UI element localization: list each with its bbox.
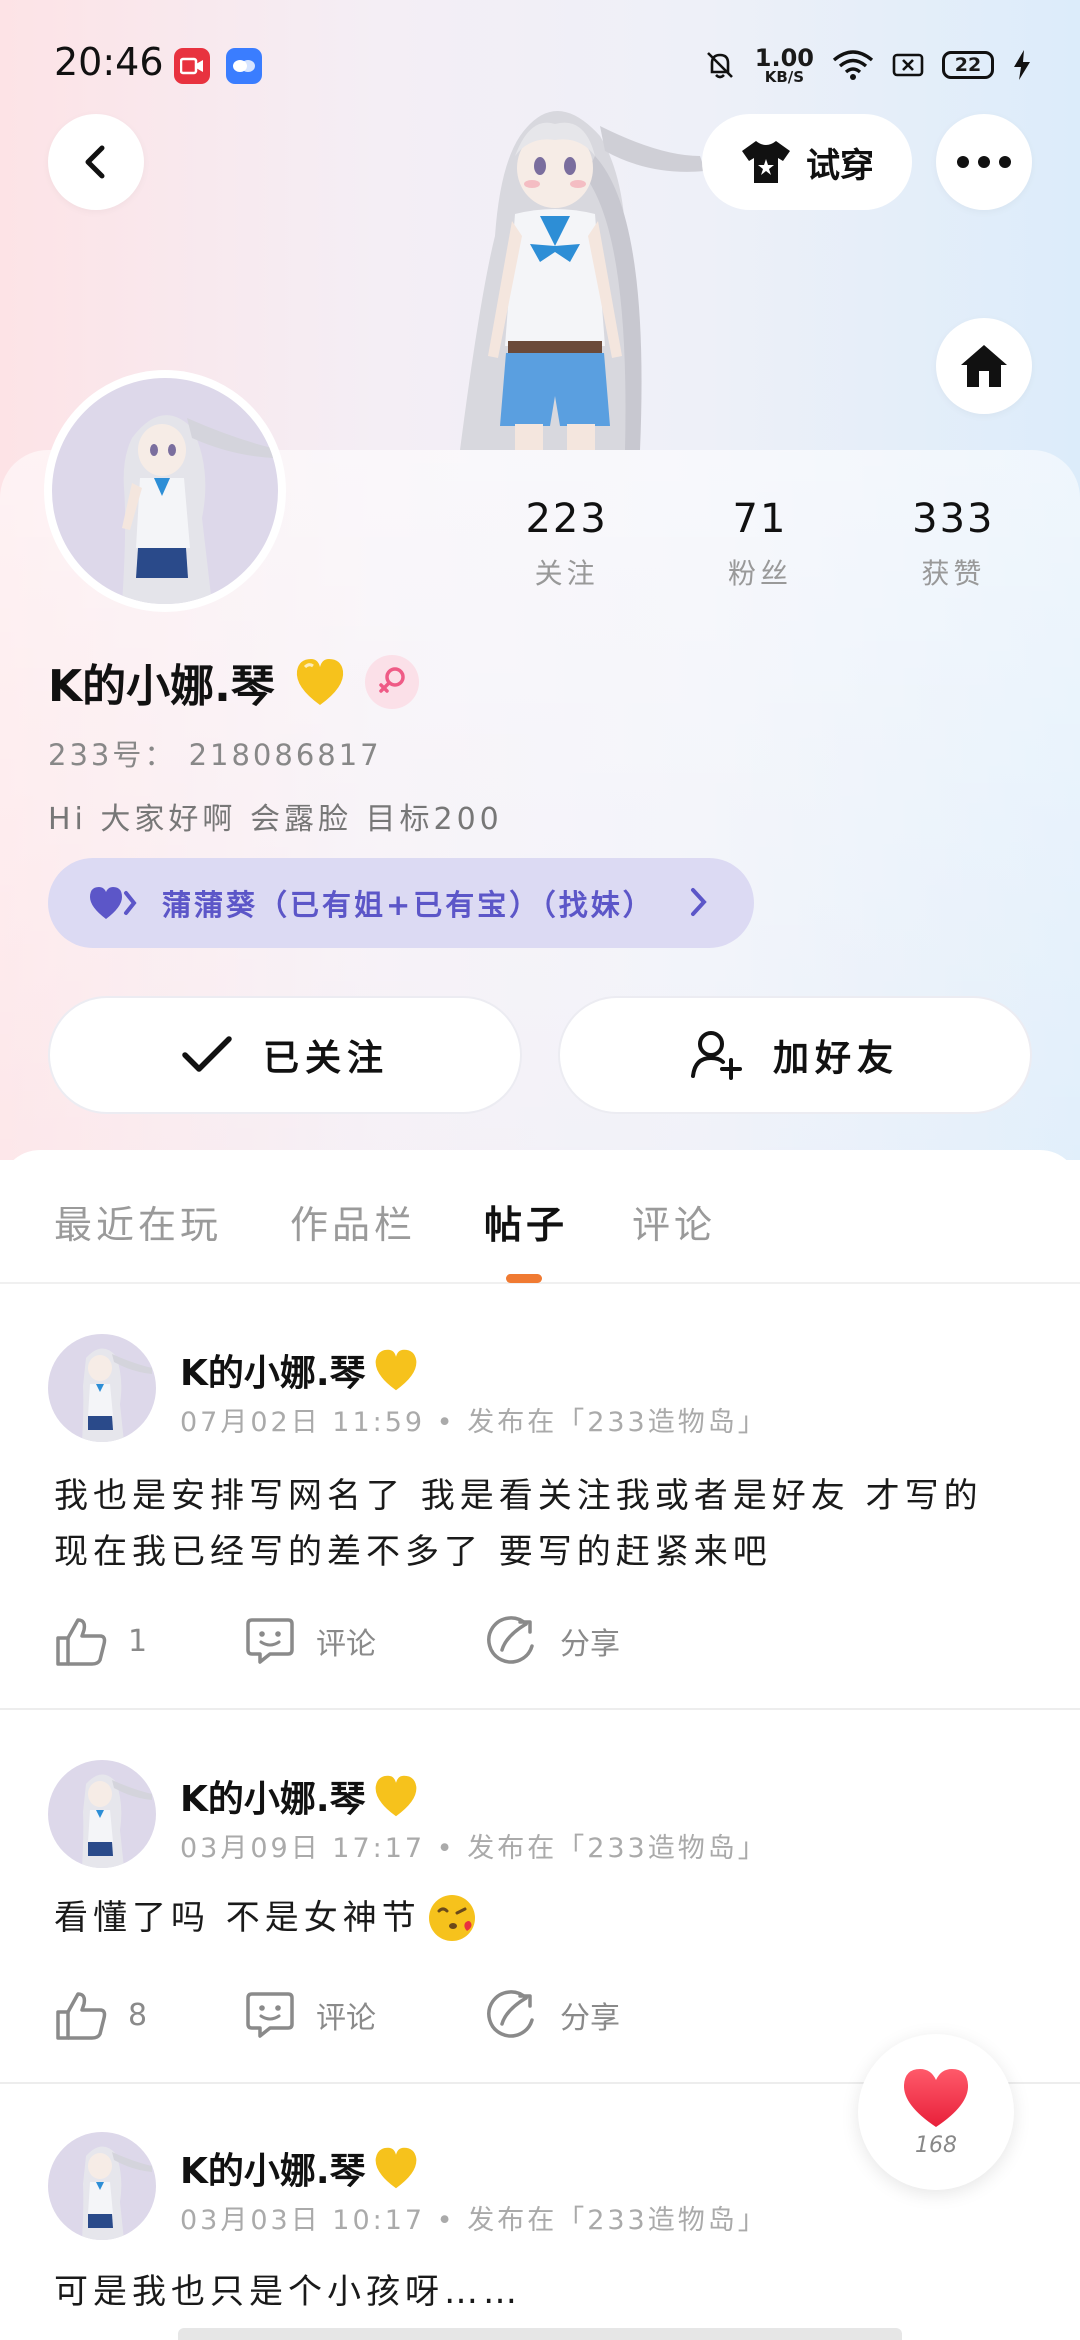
kissing-face-emoji-icon <box>428 1895 475 1941</box>
share-icon <box>487 1990 534 2038</box>
yellow-heart-icon <box>375 2147 416 2189</box>
stat-followers-count: 71 <box>732 496 788 542</box>
back-button[interactable] <box>48 114 144 210</box>
tab-comments[interactable]: 评论 <box>632 1194 716 1249</box>
post-actions: 1 评论 分享 <box>54 1616 954 1676</box>
followed-button[interactable]: 已关注 <box>48 996 522 1114</box>
profile-name-row: K的小娜.琴 <box>48 650 419 714</box>
more-dots-icon <box>957 156 1011 168</box>
profile-stats: 223 关注 71 粉丝 333 获赞 <box>470 496 1050 592</box>
post-author[interactable]: K的小娜.琴 <box>180 2142 420 2194</box>
share-icon <box>487 1616 534 1664</box>
group-tag-label: 蒲蒲葵（已有姐+已有宝）（找妹） <box>162 888 655 922</box>
post-avatar[interactable] <box>48 1760 156 1868</box>
video-app-icon <box>174 48 210 84</box>
profile-bio: Hi 大家好啊 会露脸 目标200 <box>48 802 503 837</box>
stat-likes-count: 333 <box>912 496 995 542</box>
bottom-nav-edge <box>178 2328 902 2340</box>
floating-like-count: 168 <box>915 2132 957 2158</box>
stat-following-count: 223 <box>525 496 608 542</box>
profile-name: K的小娜.琴 <box>48 661 275 712</box>
post-actions: 8 评论 分享 <box>54 1990 954 2050</box>
red-heart-icon <box>903 2068 969 2127</box>
yellow-heart-icon <box>296 659 343 705</box>
post-avatar[interactable] <box>48 1334 156 1442</box>
share-button[interactable]: 分享 <box>486 1990 620 2040</box>
profile-uid: 233号： 218086817 <box>48 738 382 772</box>
share-label: 分享 <box>560 1627 620 1662</box>
chat-app-icon <box>226 48 262 84</box>
post-text: 我也是安排写网名了 我是看关注我或者是好友 才写的 现在我已经写的差不多了 要写… <box>54 1476 983 1572</box>
comment-button[interactable]: 评论 <box>244 1616 376 1666</box>
share-button[interactable]: 分享 <box>486 1616 620 1666</box>
battery-indicator: 22 <box>942 51 994 79</box>
comment-button[interactable]: 评论 <box>244 1990 376 2040</box>
post-text: 可是我也只是个小孩呀…… <box>54 2272 522 2312</box>
comment-icon <box>246 1992 294 2038</box>
tshirt-icon <box>742 141 790 183</box>
group-tag-pill[interactable]: 蒲蒲葵（已有姐+已有宝）（找妹） <box>48 858 754 948</box>
post-divider <box>0 1708 1080 1710</box>
post-meta: 03月03日 10:17 • 发布在「233造物岛」 <box>180 2205 768 2236</box>
profile-tabs: 最近在玩 作品栏 帖子 评论 <box>0 1150 1080 1284</box>
share-label: 分享 <box>560 2001 620 2036</box>
thumbs-up-icon <box>56 1618 107 1666</box>
try-on-label: 试穿 <box>806 145 874 186</box>
network-speed: 1.00 KB/S <box>754 43 814 86</box>
stat-likes-label: 获赞 <box>921 557 986 590</box>
post-author[interactable]: K的小娜.琴 <box>180 1770 420 1822</box>
comment-label: 评论 <box>316 2001 376 2036</box>
stat-following[interactable]: 223 关注 <box>470 496 663 592</box>
like-count: 1 <box>128 1623 148 1659</box>
post-meta: 03月09日 17:17 • 发布在「233造物岛」 <box>180 1833 768 1864</box>
tab-works[interactable]: 作品栏 <box>290 1194 416 1249</box>
post-meta: 07月02日 11:59 • 发布在「233造物岛」 <box>180 1407 768 1438</box>
try-on-button[interactable]: 试穿 <box>702 114 912 210</box>
thumbs-up-icon <box>56 1992 107 2040</box>
purple-heart-icon <box>90 887 137 919</box>
add-friend-button[interactable]: 加好友 <box>558 996 1032 1114</box>
stat-followers[interactable]: 71 粉丝 <box>663 496 856 592</box>
like-button[interactable]: 8 <box>54 1990 147 2040</box>
yellow-heart-icon <box>375 1775 416 1817</box>
tab-recently-played[interactable]: 最近在玩 <box>54 1194 222 1249</box>
stat-likes[interactable]: 333 获赞 <box>857 496 1050 592</box>
comment-label: 评论 <box>316 1627 376 1662</box>
back-arrow-icon <box>85 145 105 179</box>
followed-label: 已关注 <box>262 1038 389 1079</box>
stat-following-label: 关注 <box>534 557 599 590</box>
like-count: 8 <box>128 1997 148 2033</box>
add-friend-icon <box>690 1031 742 1080</box>
chevron-right-icon <box>691 888 707 916</box>
profile-avatar[interactable] <box>44 370 286 612</box>
comment-icon <box>246 1618 294 1664</box>
home-icon <box>961 345 1007 387</box>
character-model-image <box>400 96 710 450</box>
female-gender-icon <box>364 655 419 709</box>
add-friend-label: 加好友 <box>772 1038 899 1079</box>
charging-icon <box>1014 50 1030 80</box>
post-text-row: 看懂了吗 不是女神节 <box>54 1890 1034 1946</box>
stat-followers-label: 粉丝 <box>727 557 792 590</box>
status-time: 20:46 <box>54 40 164 84</box>
post-avatar[interactable] <box>48 2132 156 2240</box>
wifi-icon <box>832 50 874 80</box>
home-button[interactable] <box>936 318 1032 414</box>
like-button[interactable]: 1 <box>54 1616 147 1666</box>
active-tab-indicator <box>506 1274 542 1283</box>
post-text: 看懂了吗 不是女神节 <box>54 1898 421 1938</box>
tab-posts[interactable]: 帖子 <box>484 1194 568 1249</box>
floating-like-button[interactable]: 168 <box>858 2034 1014 2190</box>
check-icon <box>182 1036 232 1072</box>
more-button[interactable] <box>936 114 1032 210</box>
status-icons: 1.00 KB/S 22 <box>703 40 1032 90</box>
mute-bell-icon <box>706 52 733 79</box>
post-author[interactable]: K的小娜.琴 <box>180 1344 420 1396</box>
sim-off-icon <box>892 53 924 77</box>
yellow-heart-icon <box>375 1349 416 1391</box>
